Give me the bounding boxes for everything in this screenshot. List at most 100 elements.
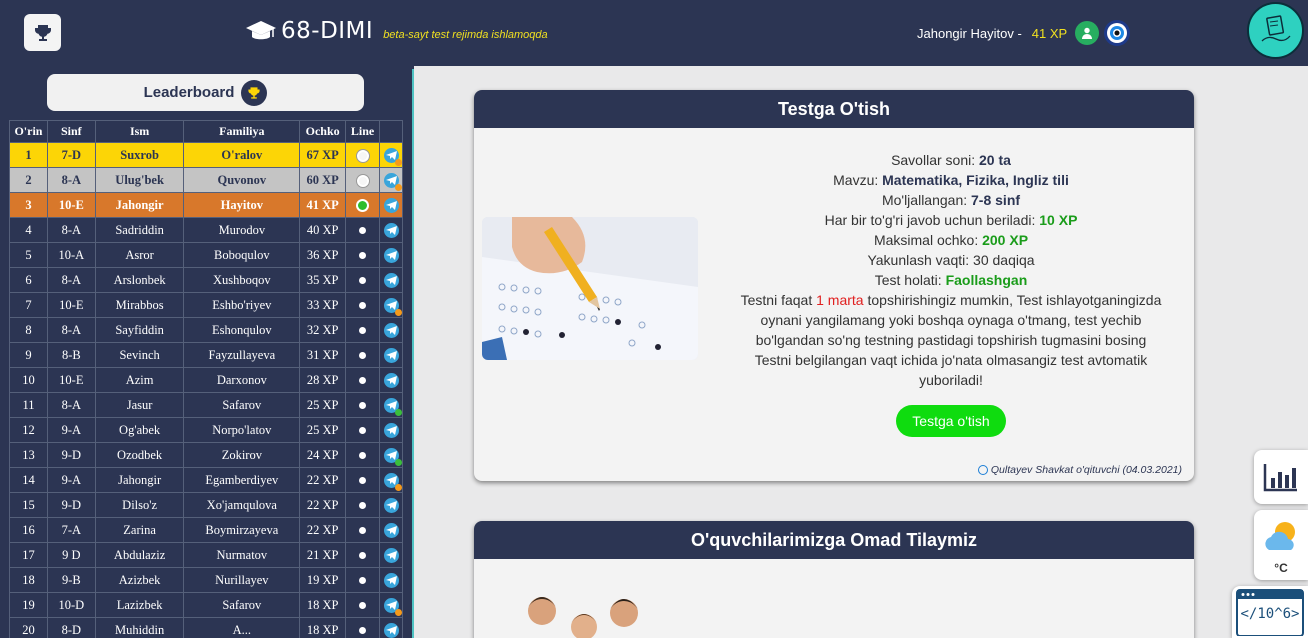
status-dot-icon (359, 427, 367, 435)
start-test-button[interactable]: Testga o'tish (896, 405, 1006, 437)
leaderboard-rows: 1 7-D Suxrob O'ralov 67 XP 2 8-A Ulug'bek Quvono… (9, 142, 403, 638)
school-logo[interactable] (1247, 2, 1304, 59)
first-name-cell: Jahongir (94, 192, 185, 218)
first-name-cell: Lazizbek (94, 592, 185, 618)
status-dot-icon (359, 252, 367, 260)
points-cell: 40 XP (299, 217, 347, 243)
telegram-icon[interactable] (383, 472, 402, 491)
ball-line: Har bir to'g'ri javob uchun beriladi: 10… (824, 212, 1078, 228)
theme-toggle-button[interactable] (1104, 20, 1131, 46)
leaderboard-button[interactable]: Leaderboard (47, 74, 364, 111)
telegram-icon[interactable] (383, 622, 399, 638)
class-cell: 8-A (46, 317, 96, 343)
telegram-icon[interactable] (383, 172, 402, 191)
table-row[interactable]: 13 9-D Ozodbek Zokirov 24 XP (9, 442, 403, 468)
table-row[interactable]: 3 10-E Jahongir Hayitov 41 XP (9, 192, 403, 218)
trophy-button[interactable] (24, 14, 61, 51)
telegram-icon[interactable] (383, 397, 402, 416)
rank-cell: 8 (9, 317, 48, 343)
telegram-icon[interactable] (383, 597, 402, 616)
table-row[interactable]: 5 10-A Asror Boboqulov 36 XP (9, 242, 403, 268)
table-row[interactable]: 1 7-D Suxrob O'ralov 67 XP (9, 142, 403, 168)
table-row[interactable]: 18 9-B Azizbek Nurillayev 19 XP (9, 567, 403, 593)
telegram-cell (379, 442, 403, 468)
telegram-icon[interactable] (383, 547, 399, 563)
class-cell: 8-A (46, 267, 96, 293)
table-row[interactable]: 10 10-E Azim Darxonov 28 XP (9, 367, 403, 393)
graduation-cap-icon (246, 21, 276, 40)
points-cell: 60 XP (299, 167, 347, 193)
telegram-icon[interactable] (383, 447, 402, 466)
line-status-cell (345, 467, 380, 493)
telegram-icon[interactable] (383, 347, 399, 363)
table-row[interactable]: 8 8-A Sayfiddin Eshonqulov 32 XP (9, 317, 403, 343)
stats-widget[interactable] (1254, 450, 1308, 504)
first-name-cell: Abdulaziz (94, 542, 185, 568)
leaderboard-table: O'rin Sinf Ism Familiya Ochko Line 1 7-D S… (9, 120, 403, 638)
last-name-cell: Quvonov (183, 167, 301, 193)
table-row[interactable]: 19 10-D Lazizbek Safarov 18 XP (9, 592, 403, 618)
table-row[interactable]: 11 8-A Jasur Safarov 25 XP (9, 392, 403, 418)
leaderboard-label: Leaderboard (143, 84, 235, 101)
line-status-cell (345, 492, 380, 518)
table-row[interactable]: 17 9 D Abdulaziz Nurmatov 21 XP (9, 542, 403, 568)
telegram-icon[interactable] (383, 572, 399, 588)
telegram-icon[interactable] (383, 197, 399, 213)
vaqt-line: Yakunlash vaqti: 30 daqiqa (867, 252, 1035, 268)
telegram-icon[interactable] (383, 222, 399, 238)
telegram-icon[interactable] (383, 147, 402, 166)
class-cell: 8-A (46, 392, 96, 418)
brand[interactable]: 68-DIMI beta-sayt test rejimda ishlamoqd… (245, 18, 548, 44)
line-status-cell (345, 392, 380, 418)
code-widget[interactable]: </10^6> (1232, 586, 1308, 638)
points-cell: 25 XP (299, 392, 347, 418)
rank-cell: 14 (9, 467, 48, 493)
table-row[interactable]: 6 8-A Arslonbek Xushboqov 35 XP (9, 267, 403, 293)
status-dot-icon (359, 402, 367, 410)
table-row[interactable]: 14 9-A Jahongir Egamberdiyev 22 XP (9, 467, 403, 493)
first-name-cell: Zarina (94, 517, 185, 543)
points-cell: 35 XP (299, 267, 347, 293)
telegram-icon[interactable] (383, 247, 399, 263)
first-name-cell: Azim (94, 367, 185, 393)
table-row[interactable]: 9 8-B Sevinch Fayzullayeva 31 XP (9, 342, 403, 368)
telegram-icon[interactable] (383, 297, 402, 316)
table-row[interactable]: 15 9-D Dilso'z Xo'jamqulova 22 XP (9, 492, 403, 518)
profile-button[interactable] (1075, 21, 1100, 45)
telegram-icon[interactable] (383, 322, 399, 338)
table-row[interactable]: 4 8-A Sadriddin Murodov 40 XP (9, 217, 403, 243)
status-dot-icon (359, 327, 367, 335)
test-card: Testga O'tish Savollar soni: 20 ta Mavzu… (474, 90, 1194, 481)
points-cell: 22 XP (299, 517, 347, 543)
code-window-icon: </10^6> (1236, 589, 1304, 636)
status-dot-icon (356, 149, 369, 162)
test-card-title: Testga O'tish (474, 90, 1194, 128)
rank-cell: 19 (9, 592, 48, 618)
eye-icon (1107, 23, 1128, 43)
table-row[interactable]: 16 7-A Zarina Boymirzayeva 22 XP (9, 517, 403, 543)
telegram-icon[interactable] (383, 497, 399, 513)
class-cell: 8-A (46, 167, 96, 193)
moljal-line: Mo'ljallangan: 7-8 sinf (881, 192, 1021, 208)
telegram-cell (379, 292, 403, 318)
rank-cell: 13 (9, 442, 48, 468)
table-row[interactable]: 7 10-E Mirabbos Eshbo'riyev 33 XP (9, 292, 403, 318)
telegram-icon[interactable] (383, 522, 399, 538)
last-name-cell: Eshbo'riyev (183, 292, 301, 318)
first-name-cell: Jahongir (94, 467, 185, 493)
class-cell: 9-B (46, 567, 96, 593)
table-row[interactable]: 12 9-A Og'abek Norpo'latov 25 XP (9, 417, 403, 443)
line-status-cell (345, 517, 380, 543)
weather-icon (1265, 522, 1295, 550)
last-name-cell: O'ralov (183, 142, 301, 168)
telegram-icon[interactable] (383, 422, 399, 438)
telegram-icon[interactable] (383, 272, 399, 288)
first-name-cell: Arslonbek (94, 267, 185, 293)
user-xp: 41 XP (1031, 25, 1068, 41)
status-dot-icon (359, 602, 367, 610)
table-row[interactable]: 2 8-A Ulug'bek Quvonov 60 XP (9, 167, 403, 193)
table-row[interactable]: 20 8-D Muhiddin A... 18 XP (9, 617, 403, 638)
telegram-icon[interactable] (383, 372, 399, 388)
weather-widget[interactable]: °C (1254, 510, 1308, 580)
points-cell: 28 XP (299, 367, 347, 393)
